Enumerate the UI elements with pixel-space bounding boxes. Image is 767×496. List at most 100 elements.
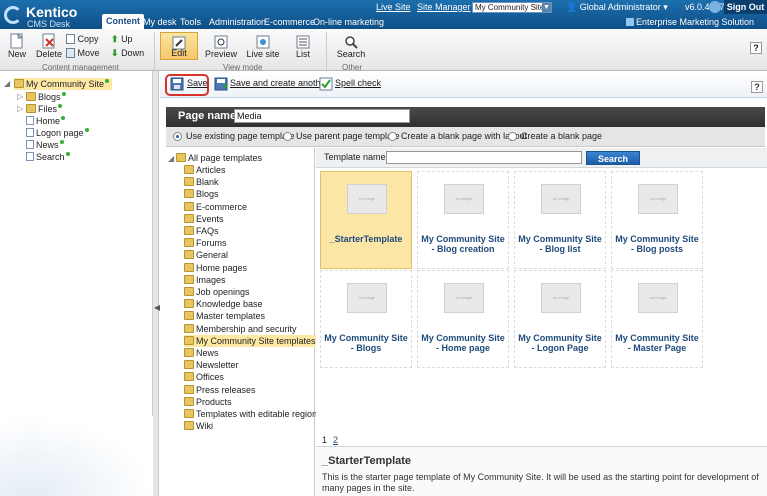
template-category-item[interactable]: Master templates <box>184 310 265 322</box>
published-status-icon <box>84 128 89 132</box>
spell-check-button[interactable]: Spell check <box>335 78 381 88</box>
help-button[interactable]: ? <box>751 81 763 93</box>
up-button[interactable]: ⬆ Up <box>111 34 133 45</box>
template-category-item[interactable]: Home pages <box>184 262 247 274</box>
radio-use-existing-template[interactable] <box>173 132 182 141</box>
tree-node-files[interactable]: Files <box>26 103 63 115</box>
folder-icon <box>184 213 194 223</box>
delete-icon <box>42 33 55 49</box>
tree-node-search[interactable]: Search <box>26 151 70 163</box>
template-category-item[interactable]: FAQs <box>184 225 219 237</box>
tab-my-desk[interactable]: My desk <box>139 16 181 29</box>
template-tree-root[interactable]: All page templates <box>176 152 262 164</box>
template-category-item[interactable]: Blank <box>184 176 219 188</box>
expand-icon[interactable]: ▷ <box>17 104 23 113</box>
kentico-logo[interactable]: Kentico CMS Desk <box>4 4 94 30</box>
ribbon-help-button[interactable]: ? <box>750 42 762 54</box>
down-button[interactable]: ⬇ Down <box>111 48 144 59</box>
template-category-item[interactable]: Offices <box>184 371 224 383</box>
template-category-item[interactable]: Blogs <box>184 188 219 200</box>
preview-view-button[interactable]: Preview <box>202 32 240 60</box>
tab-tools[interactable]: Tools <box>176 16 205 29</box>
template-category-item[interactable]: General <box>184 249 228 261</box>
tab-content[interactable]: Content <box>102 14 144 29</box>
tree-node-label: Files <box>38 104 58 114</box>
folder-icon <box>184 201 194 211</box>
save-button[interactable]: Save <box>187 78 208 88</box>
folder-icon <box>184 299 194 309</box>
tab-online-marketing[interactable]: On-line marketing <box>309 16 388 29</box>
panel-splitter[interactable] <box>153 71 159 496</box>
template-category-item[interactable]: E-commerce <box>184 201 247 213</box>
template-name-label: Template name: <box>324 152 389 162</box>
template-category-item[interactable]: Articles <box>184 164 226 176</box>
move-button[interactable]: Move <box>66 48 100 58</box>
radio-blank-page-with-layout[interactable] <box>388 132 397 141</box>
save-and-create-another-button[interactable]: Save and create another <box>230 78 329 88</box>
expand-icon[interactable]: ▷ <box>17 92 23 101</box>
template-category-item[interactable]: Newsletter <box>184 359 239 371</box>
template-category-label: Offices <box>196 372 224 383</box>
tree-node-home[interactable]: Home <box>26 115 66 127</box>
delete-button[interactable]: Delete <box>36 33 62 59</box>
template-category-item[interactable]: My Community Site templates <box>184 334 318 347</box>
template-category-item[interactable]: Products <box>184 396 232 408</box>
tree-node-root[interactable]: My Community Site <box>14 78 113 90</box>
template-category-item[interactable]: Press releases <box>184 384 256 396</box>
template-card[interactable]: no image My Community Site - Home page <box>417 270 509 368</box>
template-category-item[interactable]: Images <box>184 274 226 286</box>
page-icon <box>26 140 34 149</box>
site-manager-link[interactable]: Site Manager <box>417 2 471 12</box>
collapse-icon[interactable]: ◢ <box>168 154 174 163</box>
template-category-item[interactable]: Knowledge base <box>184 298 263 310</box>
template-category-label: Membership and security <box>196 323 297 334</box>
radio-use-parent-template[interactable] <box>283 132 292 141</box>
template-thumbnail: no image <box>638 283 678 313</box>
template-category-item[interactable]: Events <box>184 213 224 225</box>
template-category-item[interactable]: Wiki <box>184 420 213 432</box>
search-ribbon-button[interactable]: Search <box>332 32 370 60</box>
template-category-item[interactable]: Templates with editable region <box>184 408 317 420</box>
template-thumbnail: no image <box>347 184 387 214</box>
template-category-item[interactable]: Job openings <box>184 286 250 298</box>
folder-icon <box>184 165 194 174</box>
tree-node-news[interactable]: News <box>26 139 64 151</box>
template-card[interactable]: no image My Community Site - Blog creatio… <box>417 171 509 269</box>
pager-page-2-link[interactable]: 2 <box>333 435 338 445</box>
template-category-label: Products <box>196 396 232 407</box>
folder-icon <box>184 262 194 272</box>
tree-node-blogs[interactable]: Blogs <box>26 91 66 103</box>
template-card[interactable]: no image _StarterTemplate <box>320 171 412 269</box>
live-site-link[interactable]: Live Site <box>376 2 411 12</box>
template-category-item[interactable]: News <box>184 347 219 359</box>
edit-view-button[interactable]: Edit <box>160 32 198 60</box>
save-icon[interactable] <box>170 77 184 91</box>
template-card-title: My Community Site - Home page <box>421 333 505 353</box>
template-name-input[interactable] <box>386 151 582 164</box>
template-card[interactable]: no image My Community Site - Blog list <box>514 171 606 269</box>
tree-node-logon-page[interactable]: Logon page <box>26 127 89 139</box>
user-menu[interactable]: 👤 Global Administrator ▾ <box>566 2 668 13</box>
template-category-item[interactable]: Forums <box>184 237 227 249</box>
page-name-input[interactable]: Media <box>234 109 410 123</box>
collapse-arrow-icon[interactable]: ◀ <box>154 303 160 313</box>
radio-blank-page[interactable] <box>508 132 517 141</box>
spell-check-icon[interactable] <box>319 77 333 91</box>
template-card[interactable]: no image My Community Site - Master Page <box>611 270 703 368</box>
copy-button[interactable]: Copy <box>66 34 99 44</box>
site-select[interactable]: My Community Site ▼ <box>472 2 552 13</box>
template-card[interactable]: no image My Community Site - Blogs <box>320 270 412 368</box>
help-icon[interactable] <box>709 1 721 13</box>
sign-out-button[interactable]: Sign Out <box>724 0 767 14</box>
template-search-button[interactable]: Search <box>586 151 640 165</box>
template-category-item[interactable]: Membership and security <box>184 323 297 335</box>
expand-icon[interactable]: ◢ <box>4 79 10 88</box>
save-and-create-icon[interactable] <box>214 77 228 91</box>
template-option-bar: Use existing page template Use parent pa… <box>166 127 765 147</box>
template-card-title: My Community Site - Master Page <box>615 333 699 353</box>
new-button[interactable]: New <box>6 33 28 59</box>
template-card[interactable]: no image My Community Site - Logon Page <box>514 270 606 368</box>
template-card[interactable]: no image My Community Site - Blog posts <box>611 171 703 269</box>
live-site-view-button[interactable]: Live site <box>244 32 282 60</box>
list-view-button[interactable]: List <box>284 32 322 60</box>
